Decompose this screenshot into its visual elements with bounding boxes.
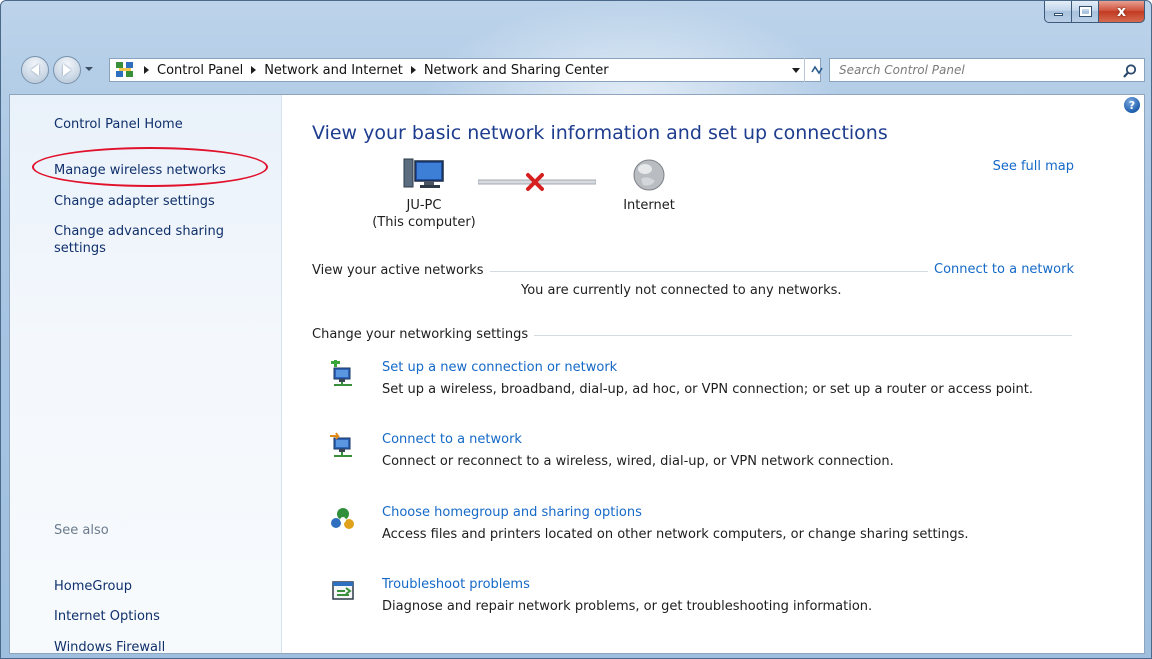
- page-title: View your basic network information and …: [312, 122, 888, 144]
- sidebar-change-advanced-sharing[interactable]: Change advanced sharing settings: [54, 223, 264, 257]
- refresh-icon: [810, 65, 823, 75]
- sidebar-change-adapter-settings[interactable]: Change adapter settings: [54, 194, 215, 209]
- change-settings-label: Change your networking settings: [312, 327, 535, 342]
- window-frame: x Control Panel Network and Internet Net…: [0, 0, 1152, 659]
- task-troubleshoot-description: Diagnose and repair network problems, or…: [382, 599, 873, 614]
- network-map-internet[interactable]: Internet: [604, 157, 694, 214]
- sidebar-control-panel-home[interactable]: Control Panel Home: [54, 117, 183, 132]
- maximize-button[interactable]: [1072, 1, 1099, 23]
- sidebar: Control Panel Home Manage wireless netwo…: [10, 95, 282, 655]
- task-setup-connection-link[interactable]: Set up a new connection or network: [382, 360, 617, 375]
- active-networks-label: View your active networks: [312, 263, 490, 278]
- disconnected-x-icon[interactable]: [525, 172, 545, 192]
- back-button[interactable]: [21, 56, 49, 84]
- task-connect-network-link[interactable]: Connect to a network: [382, 432, 522, 447]
- control-panel-icon: [116, 62, 133, 77]
- sidebar-manage-wireless-networks[interactable]: Manage wireless networks: [54, 163, 226, 178]
- help-icon[interactable]: ?: [1124, 97, 1140, 113]
- see-also-windows-firewall[interactable]: Windows Firewall: [54, 640, 165, 655]
- homegroup-icon: [331, 508, 354, 529]
- task-homegroup-description: Access files and printers located on oth…: [382, 527, 969, 542]
- new-connection-icon: [331, 360, 352, 386]
- connect-to-network-link[interactable]: Connect to a network: [928, 262, 1074, 277]
- connect-network-icon: [330, 432, 352, 457]
- recent-pages-dropdown-icon[interactable]: [85, 67, 93, 71]
- maximize-icon: [1078, 6, 1092, 17]
- caption-buttons: x: [1044, 1, 1145, 23]
- back-arrow-icon: [31, 64, 39, 76]
- see-also-heading: See also: [54, 523, 109, 538]
- minimize-button[interactable]: [1044, 1, 1072, 23]
- breadcrumb-separator-icon[interactable]: [251, 66, 257, 74]
- content-area: Control Panel Home Manage wireless netwo…: [9, 94, 1145, 655]
- task-homegroup-link[interactable]: Choose homegroup and sharing options: [382, 505, 642, 520]
- task-troubleshoot-link[interactable]: Troubleshoot problems: [382, 577, 530, 592]
- close-icon: x: [1116, 3, 1127, 20]
- breadcrumb-network-and-internet[interactable]: Network and Internet: [264, 63, 403, 78]
- main-panel: ? View your basic network information an…: [282, 95, 1144, 653]
- breadcrumb-control-panel[interactable]: Control Panel: [157, 63, 243, 78]
- no-connection-message: You are currently not connected to any n…: [521, 283, 842, 298]
- see-full-map-link[interactable]: See full map: [993, 159, 1074, 174]
- task-setup-connection-description: Set up a wireless, broadband, dial-up, a…: [382, 382, 1034, 397]
- breadcrumb-separator-icon[interactable]: [410, 66, 416, 74]
- address-bar[interactable]: Control Panel Network and Internet Netwo…: [109, 58, 823, 82]
- search-box[interactable]: [829, 58, 1145, 82]
- troubleshoot-icon: [332, 581, 354, 600]
- computer-caption: (This computer): [372, 215, 476, 230]
- minimize-icon: [1053, 13, 1063, 16]
- refresh-button[interactable]: [804, 58, 828, 82]
- computer-icon: [403, 158, 444, 188]
- forward-button[interactable]: [53, 56, 81, 84]
- task-connect-network-description: Connect or reconnect to a wireless, wire…: [382, 454, 894, 469]
- title-bar[interactable]: x: [1, 1, 1152, 45]
- see-also-internet-options[interactable]: Internet Options: [54, 609, 160, 624]
- search-input[interactable]: [839, 60, 1119, 80]
- internet-label: Internet: [623, 198, 675, 213]
- internet-globe-icon: [633, 159, 665, 191]
- network-map-computer[interactable]: JU-PC (This computer): [364, 157, 484, 231]
- computer-name: JU-PC: [406, 198, 442, 213]
- close-button[interactable]: x: [1099, 1, 1145, 23]
- address-dropdown-icon[interactable]: [792, 68, 800, 73]
- breadcrumb-separator-icon[interactable]: [144, 66, 149, 74]
- breadcrumb-network-sharing-center[interactable]: Network and Sharing Center: [424, 63, 609, 78]
- navigation-bar: Control Panel Network and Internet Netwo…: [1, 51, 1152, 87]
- search-icon[interactable]: [1122, 63, 1138, 79]
- breadcrumb: Control Panel Network and Internet Netwo…: [136, 59, 609, 81]
- forward-arrow-icon: [63, 64, 71, 76]
- see-also-homegroup[interactable]: HomeGroup: [54, 579, 132, 594]
